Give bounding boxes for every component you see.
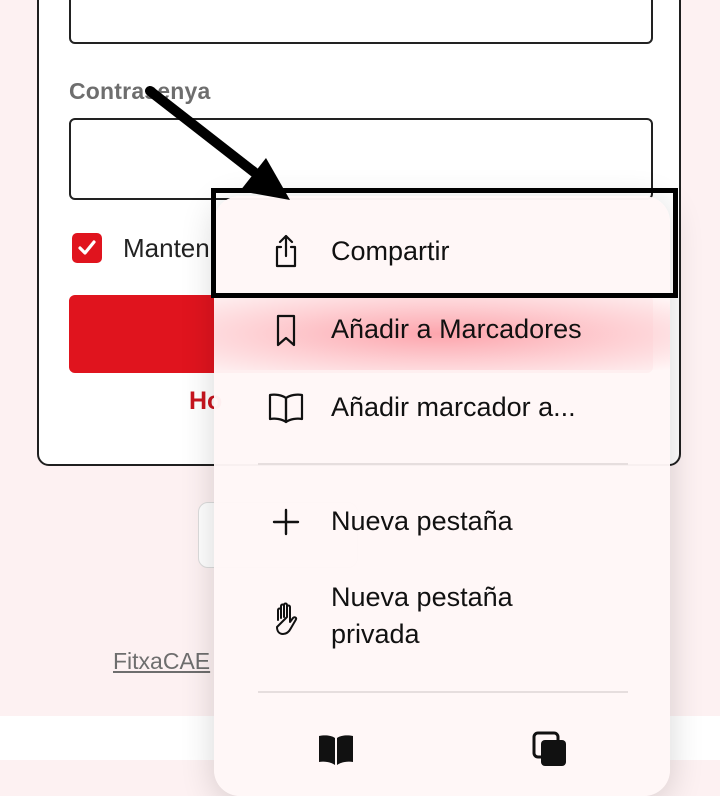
menu-label-new-private-tab-line2: privada [331, 619, 420, 649]
tabs-icon[interactable] [530, 730, 570, 770]
menu-divider [258, 463, 628, 465]
plus-icon [272, 508, 300, 536]
hand-icon [276, 602, 298, 635]
remember-checkbox[interactable] [72, 233, 102, 263]
menu-item-new-tab[interactable]: Nueva pestaña [214, 490, 670, 556]
menu-item-add-bookmarks[interactable]: Añadir a Marcadores [214, 298, 670, 364]
book-icon[interactable] [316, 730, 356, 770]
menu-label-add-bookmark-to: Añadir marcador a... [331, 392, 576, 422]
menu-divider [258, 691, 628, 693]
password-label: Contrasenya [69, 78, 211, 104]
footer-link[interactable]: FitxaCAE [113, 648, 210, 675]
book-open-icon [268, 393, 304, 424]
menu-item-add-bookmark-to[interactable]: Añadir marcador a... [214, 376, 670, 442]
annotation-highlight-box [211, 188, 678, 298]
menu-label-new-tab: Nueva pestaña [331, 506, 513, 536]
menu-item-new-private-tab[interactable]: Nueva pestaña privada [214, 572, 670, 662]
menu-label-add-bookmarks: Añadir a Marcadores [331, 314, 582, 344]
menu-label-new-private-tab-line1: Nueva pestaña [331, 582, 513, 612]
username-field[interactable] [69, 0, 653, 44]
checkmark-icon [78, 240, 96, 255]
remember-label: Manten [123, 233, 210, 263]
bookmark-icon [276, 314, 296, 347]
